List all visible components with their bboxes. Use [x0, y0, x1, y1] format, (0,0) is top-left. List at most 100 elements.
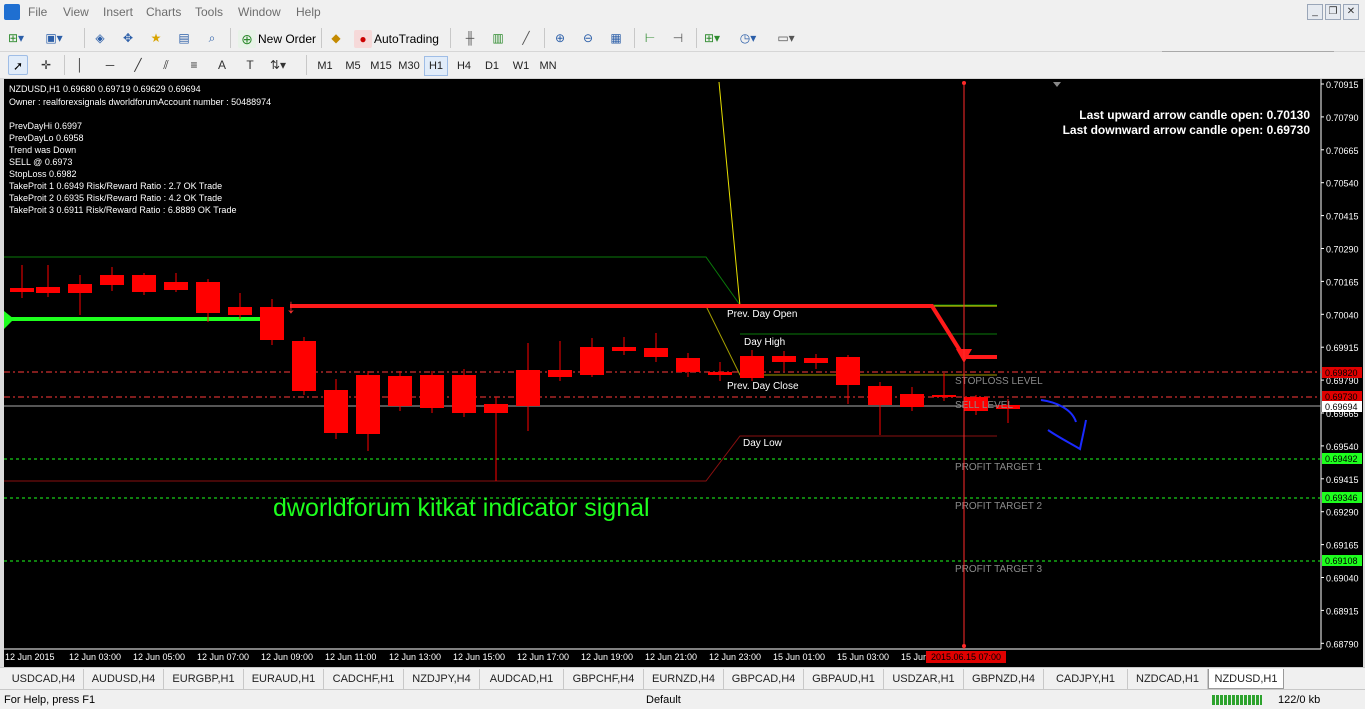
autotrading-button[interactable]: ● AutoTrading [352, 28, 439, 50]
profiles-icon[interactable]: ▣▾ [44, 28, 64, 48]
price-tick-label: 0.70915 [1326, 80, 1359, 90]
menu-tools[interactable]: Tools [195, 5, 223, 19]
market-watch-icon[interactable]: ◈ [90, 28, 110, 48]
bear-candle [100, 267, 124, 291]
chart-tab[interactable]: EURGBP,H1 [164, 669, 244, 689]
vertical-line-icon[interactable]: │ [70, 55, 90, 75]
favorites-icon[interactable]: ★ [146, 28, 166, 48]
timeframe-mn[interactable]: MN [536, 56, 560, 76]
close-icon[interactable]: ✕ [1343, 4, 1359, 20]
bear-candle [228, 293, 252, 319]
templates-icon[interactable]: ▭▾ [776, 28, 796, 48]
tile-windows-icon[interactable]: ▦ [606, 28, 626, 48]
chart-tab[interactable]: EURNZD,H4 [644, 669, 724, 689]
horizontal-line-icon[interactable]: ─ [100, 55, 120, 75]
menu-file[interactable]: File [28, 5, 47, 19]
chart-tab[interactable]: USDCAD,H4 [4, 669, 84, 689]
svg-text:0.69694: 0.69694 [1325, 402, 1358, 412]
menu-charts[interactable]: Charts [146, 5, 181, 19]
text-icon[interactable]: A [212, 55, 232, 75]
chart-shift-icon[interactable]: ⊣ [668, 28, 688, 48]
svg-text:0.69820: 0.69820 [1325, 368, 1358, 378]
bar-chart-icon[interactable]: ╫ [460, 28, 480, 48]
new-chart-icon[interactable]: ⊞▾ [6, 28, 26, 48]
profit-target-3-label: PROFIT TARGET 3 [955, 564, 1042, 575]
bear-candle [132, 273, 156, 295]
cursor-icon[interactable]: ➚ [8, 55, 28, 75]
metaeditor-icon[interactable]: ◆ [326, 28, 346, 48]
periods-icon[interactable]: ◷▾ [738, 28, 758, 48]
bear-candle [68, 275, 92, 315]
fibonacci-icon[interactable]: ≡ [184, 55, 204, 75]
status-profile: Default [646, 694, 681, 706]
timeframe-h1[interactable]: H1 [424, 56, 448, 76]
chart-tab[interactable]: CADJPY,H1 [1044, 669, 1128, 689]
time-tick-label: 12 Jun 09:00 [261, 652, 313, 662]
bear-candle [676, 353, 700, 377]
line-chart-icon[interactable]: ╱ [516, 28, 536, 48]
auto-scroll-icon[interactable]: ⊢ [640, 28, 660, 48]
menu-window[interactable]: Window [238, 5, 281, 19]
strategy-tester-icon[interactable]: ⌕ [202, 28, 222, 48]
profit-target-3-price-badge: 0.69108 [1322, 555, 1362, 566]
indicator-info-line: TakeProit 2 0.6935 Risk/Reward Ratio : 4… [9, 193, 222, 203]
profit-target-1-label: PROFIT TARGET 1 [955, 462, 1042, 473]
trendline-icon[interactable]: ╱ [128, 55, 148, 75]
menu-bar: File View Insert Charts Tools Window Hel… [0, 0, 1365, 24]
price-tick-label: 0.70290 [1326, 245, 1359, 255]
indicators-icon[interactable]: ⊞▾ [702, 28, 722, 48]
chart-tab[interactable]: NZDUSD,H1 [1208, 669, 1284, 689]
profit-target-1-price-badge: 0.69492 [1322, 453, 1362, 464]
price-tick-label: 0.69040 [1326, 574, 1359, 584]
minimize-icon[interactable]: _ [1307, 4, 1323, 20]
prev-day-close-label: Prev. Day Close [727, 381, 799, 392]
timeframe-m1[interactable]: M1 [312, 56, 338, 76]
time-tick-label: 12 Jun 13:00 [389, 652, 441, 662]
bear-candle [772, 351, 796, 371]
chart-tab[interactable]: NZDJPY,H4 [404, 669, 480, 689]
timeframe-h4[interactable]: H4 [452, 56, 476, 76]
candlestick-icon[interactable]: ▥ [488, 28, 508, 48]
chart-tab[interactable]: AUDCAD,H1 [480, 669, 564, 689]
equidistant-channel-icon[interactable]: ⫽ [156, 55, 176, 75]
chart-tab[interactable]: GBPCAD,H4 [724, 669, 804, 689]
indicator-info-line: Trend was Down [9, 145, 76, 155]
timeframe-d1[interactable]: D1 [480, 56, 504, 76]
arrows-icon[interactable]: ⇅▾ [268, 55, 288, 75]
indicator-info-line: StopLoss 0.6982 [9, 169, 77, 179]
timeframe-m5[interactable]: M5 [340, 56, 366, 76]
sell-arrow-icon: ↓ [286, 296, 296, 318]
bear-candle [516, 343, 540, 431]
chart-tab[interactable]: USDZAR,H1 [884, 669, 964, 689]
zoom-out-icon[interactable]: ⊖ [578, 28, 598, 48]
navigator-icon[interactable]: ✥ [118, 28, 138, 48]
menu-view[interactable]: View [63, 5, 89, 19]
indicator-info-line: PrevDayLo 0.6958 [9, 133, 84, 143]
price-chart[interactable]: 0.70915 0.70790 0.70665 0.70540 0.70415 0.702… [0, 79, 1365, 667]
timeframe-w1[interactable]: W1 [508, 56, 534, 76]
chart-tab[interactable]: GBPNZD,H4 [964, 669, 1044, 689]
bear-candle [10, 265, 34, 298]
menu-help[interactable]: Help [296, 5, 321, 19]
chart-tab[interactable]: NZDCAD,H1 [1128, 669, 1208, 689]
text-label-icon[interactable]: T [240, 55, 260, 75]
time-tick-label: 12 Jun 19:00 [581, 652, 633, 662]
new-order-button[interactable]: ⊕ New Order [236, 28, 316, 50]
crosshair-icon[interactable]: ✛ [36, 55, 56, 75]
autotrading-icon: ● [354, 30, 372, 48]
chart-tab[interactable]: AUDUSD,H4 [84, 669, 164, 689]
profit-target-2-label: PROFIT TARGET 2 [955, 501, 1042, 512]
chart-tab[interactable]: GBPAUD,H1 [804, 669, 884, 689]
zoom-in-icon[interactable]: ⊕ [550, 28, 570, 48]
bear-candle [196, 279, 220, 322]
chart-tab[interactable]: CADCHF,H1 [324, 669, 404, 689]
timeframe-m15[interactable]: M15 [366, 56, 396, 76]
terminal-icon[interactable]: ▤ [174, 28, 194, 48]
restore-icon[interactable]: ❐ [1325, 4, 1341, 20]
timeframe-m30[interactable]: M30 [396, 56, 422, 76]
chart-tab[interactable]: EURAUD,H1 [244, 669, 324, 689]
stoploss-level-label: STOPLOSS LEVEL [955, 376, 1043, 387]
bear-candle [452, 369, 476, 417]
menu-insert[interactable]: Insert [103, 5, 133, 19]
chart-tab[interactable]: GBPCHF,H4 [564, 669, 644, 689]
